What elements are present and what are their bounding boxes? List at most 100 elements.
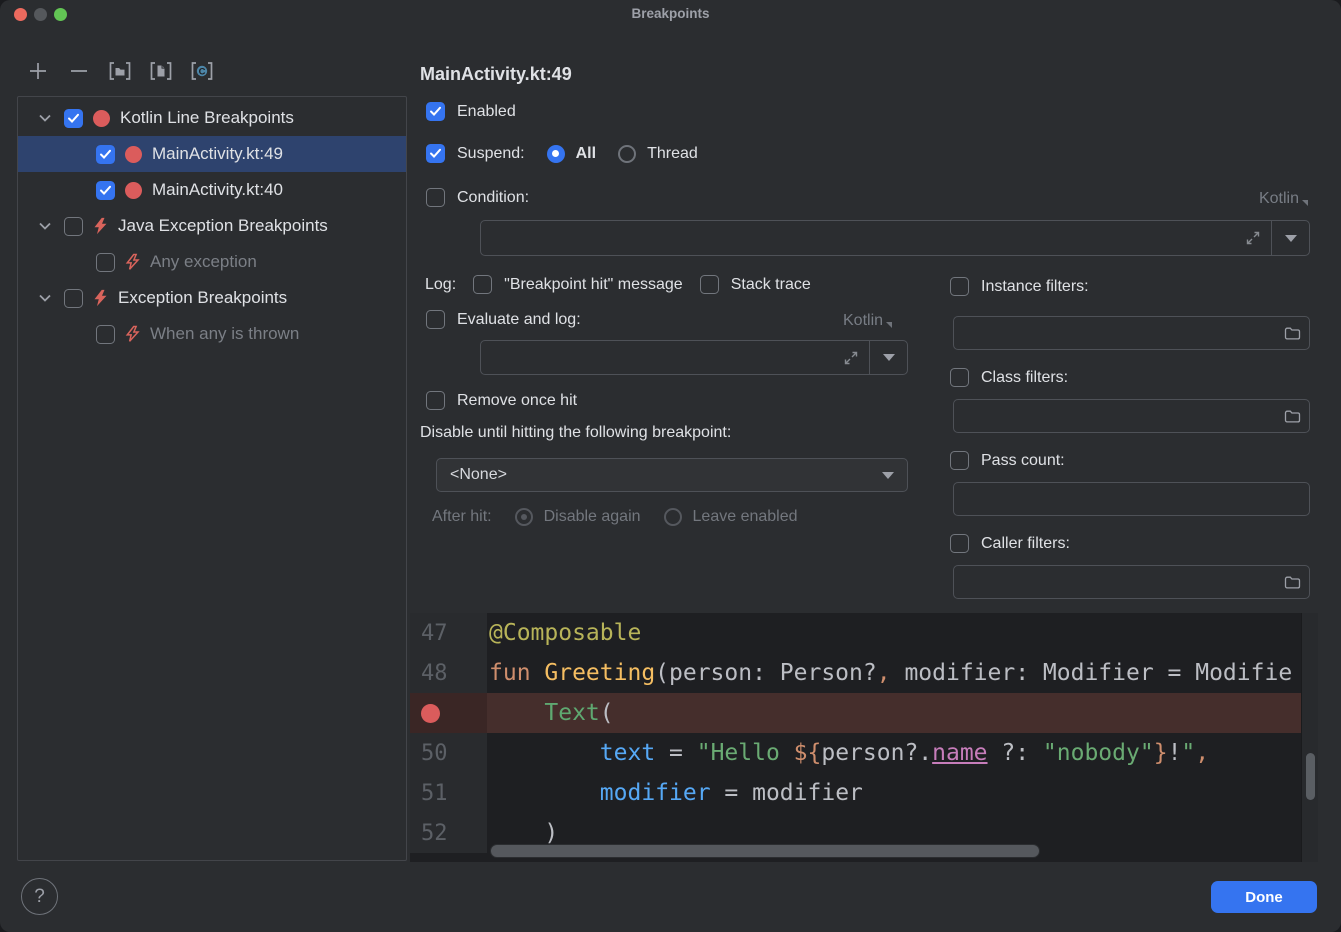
breakpoint-dot-icon [125,182,142,199]
tree-row-kotlin-line-breakpoints[interactable]: Kotlin Line Breakpoints [18,100,406,136]
breakpoints-toolbar: C [25,59,215,83]
vertical-scrollbar[interactable] [1301,613,1318,862]
breakpoint-dot-icon [125,146,142,163]
chevron-down-icon[interactable] [38,221,52,231]
tree-row-any-exception[interactable]: Any exception [18,244,406,280]
evaluate-field[interactable] [480,340,908,375]
class-letter: C [199,66,206,77]
done-button[interactable]: Done [1211,881,1317,913]
horizontal-scrollbar-thumb[interactable] [490,844,1040,858]
condition-history-dropdown[interactable] [1272,235,1309,242]
tree-checkbox[interactable] [96,145,115,164]
folder-icon [1284,575,1301,590]
stack-trace-label: Stack trace [731,276,811,294]
code-preview: 47@Composable48fun Greeting(person: Pers… [410,613,1318,862]
evaluate-label: Evaluate and log: [457,311,581,329]
code-line: 47@Composable [410,613,1318,653]
condition-checkbox[interactable] [426,188,445,207]
breakpoints-tree: Kotlin Line Breakpoints MainActivity.kt:… [17,96,407,861]
after-hit-disable-radio[interactable] [515,508,533,526]
code-line-text: @Composable [487,613,641,653]
condition-row: Condition: [426,188,529,207]
suspend-thread-label: Thread [647,145,698,163]
pass-count-checkbox[interactable] [950,451,969,470]
suspend-label: Suspend: [457,145,525,163]
vertical-scrollbar-thumb[interactable] [1306,753,1315,800]
condition-language-label: Kotlin [1259,190,1299,208]
enabled-checkbox[interactable] [426,102,445,121]
group-by-package-button[interactable] [107,59,133,83]
caller-filters-field[interactable] [953,565,1310,599]
log-message-checkbox[interactable] [473,275,492,294]
condition-input[interactable] [481,221,1235,255]
tree-checkbox[interactable] [96,325,115,344]
tree-row-mainactivity-40[interactable]: MainActivity.kt:40 [18,172,406,208]
minus-icon [68,60,90,82]
instance-filters-input[interactable] [954,317,1275,349]
class-filters-field[interactable] [953,399,1310,433]
enabled-label: Enabled [457,103,516,121]
class-filters-checkbox[interactable] [950,368,969,387]
chevron-down-icon[interactable] [38,293,52,303]
group-by-class-button[interactable]: C [189,59,215,83]
class-filters-label: Class filters: [981,369,1068,387]
suspend-row: Suspend: All Thread [426,144,698,163]
group-by-file-button[interactable] [148,59,174,83]
condition-language-selector[interactable]: Kotlin [1259,190,1308,208]
check-icon [67,113,80,124]
chevron-down-icon[interactable] [38,113,52,123]
after-hit-leave-radio[interactable] [664,508,682,526]
gutter-breakpoint-cell [410,693,487,733]
pass-count-input[interactable] [954,483,1309,515]
folder-in-brackets-icon [108,60,132,82]
folder-icon [1284,409,1301,424]
browse-button[interactable] [1275,326,1309,341]
gutter-line-number: 50 [410,733,487,773]
pass-count-field[interactable] [953,482,1310,516]
tree-row-exception-breakpoints[interactable]: Exception Breakpoints [18,280,406,316]
suspend-checkbox[interactable] [426,144,445,163]
instance-filters-row: Instance filters: [950,277,1089,296]
evaluate-history-dropdown[interactable] [870,354,907,361]
condition-field[interactable] [480,220,1310,256]
breakpoint-title: MainActivity.kt:49 [420,64,572,85]
gutter-line-number: 47 [410,613,487,653]
instance-filters-label: Instance filters: [981,278,1089,296]
expand-icon [843,350,859,366]
check-icon [99,185,112,196]
expand-editor-button[interactable] [1235,230,1271,246]
expand-editor-button[interactable] [833,350,869,366]
suspend-thread-radio[interactable] [618,145,636,163]
caller-filters-checkbox[interactable] [950,534,969,553]
stack-trace-checkbox[interactable] [700,275,719,294]
tree-checkbox[interactable] [96,181,115,200]
help-button[interactable]: ? [21,878,58,915]
tree-row-java-exception-breakpoints[interactable]: Java Exception Breakpoints [18,208,406,244]
class-filters-input[interactable] [954,400,1275,432]
tree-item-label: MainActivity.kt:49 [152,144,283,164]
tree-item-label: When any is thrown [150,324,299,344]
tree-checkbox[interactable] [64,217,83,236]
caller-filters-input[interactable] [954,566,1275,598]
evaluate-input[interactable] [481,341,833,374]
browse-button[interactable] [1275,409,1309,424]
done-label: Done [1245,889,1283,906]
remove-once-checkbox[interactable] [426,391,445,410]
instance-filters-field[interactable] [953,316,1310,350]
tree-checkbox[interactable] [64,109,83,128]
suspend-all-radio[interactable] [547,145,565,163]
dropdown-arrow-icon [1285,235,1297,242]
browse-button[interactable] [1275,575,1309,590]
instance-filters-checkbox[interactable] [950,277,969,296]
add-breakpoint-button[interactable] [25,59,51,83]
evaluate-language-selector[interactable]: Kotlin [843,312,892,330]
tree-checkbox[interactable] [64,289,83,308]
tree-checkbox[interactable] [96,253,115,272]
disable-until-combobox[interactable]: <None> [436,458,908,492]
evaluate-checkbox[interactable] [426,310,445,329]
plus-icon [27,60,49,82]
remove-breakpoint-button[interactable] [66,59,92,83]
tree-row-when-any-is-thrown[interactable]: When any is thrown [18,316,406,352]
tree-row-mainactivity-49[interactable]: MainActivity.kt:49 [18,136,406,172]
after-hit-label: After hit: [432,508,492,526]
